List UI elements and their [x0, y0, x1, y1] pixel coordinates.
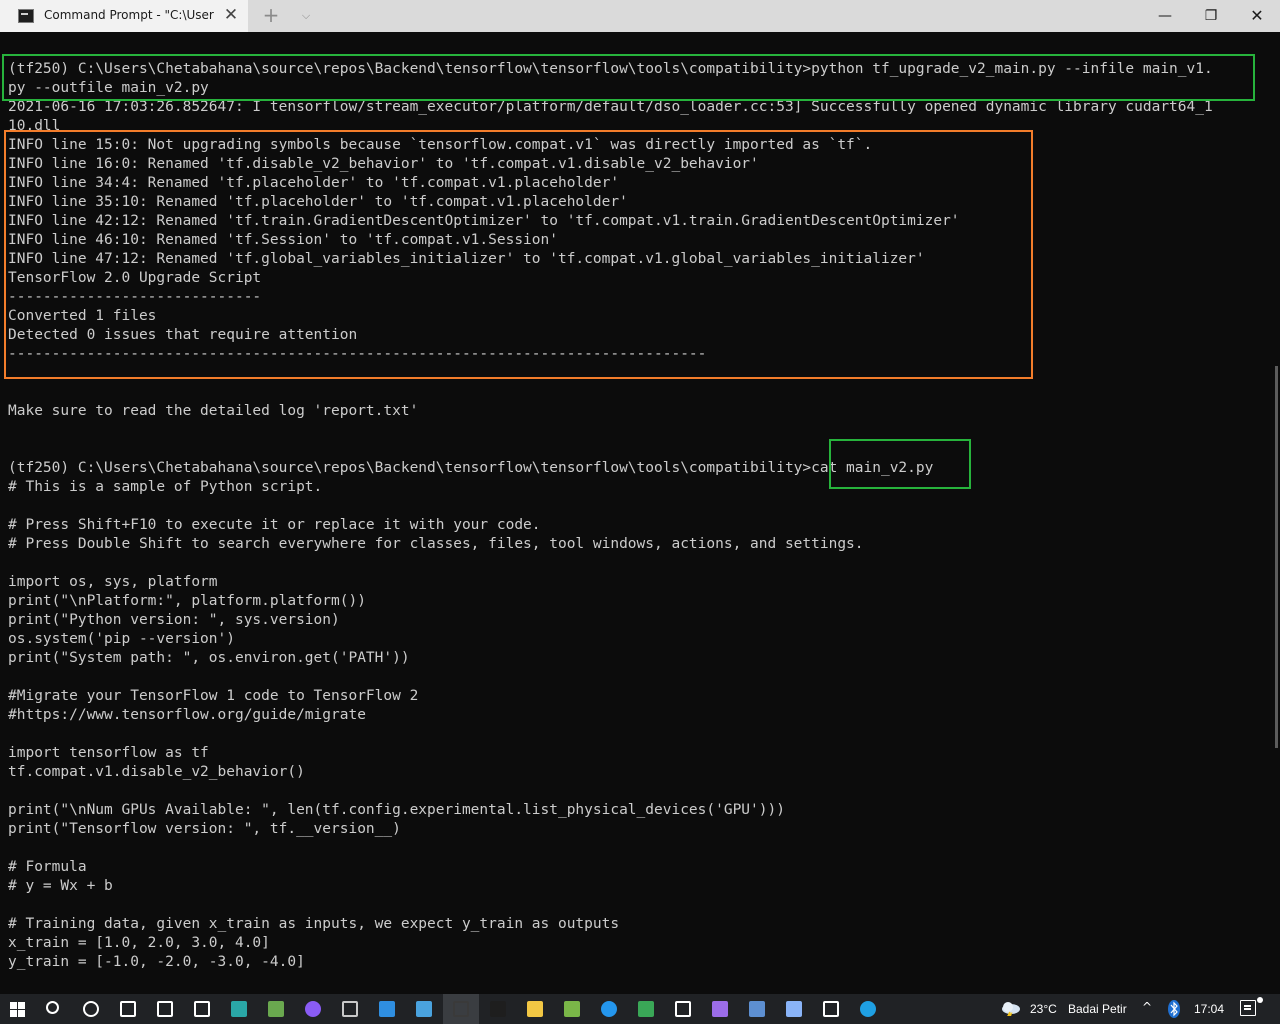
- anaconda-icon[interactable]: [338, 997, 362, 1021]
- highlight-upgrade-log: [4, 130, 1033, 379]
- terminal-line: import os, sys, platform: [8, 574, 218, 590]
- tray-temperature[interactable]: 23°C: [1030, 1002, 1057, 1016]
- terminal-line: # Press Shift+F10 to execute it or repla…: [8, 517, 541, 533]
- terminal-line: #Migrate your TensorFlow 1 code to Tenso…: [8, 688, 419, 704]
- notification-badge-icon: [1257, 997, 1263, 1003]
- terminal-line: x_train = [1.0, 2.0, 3.0, 4.0]: [8, 935, 270, 951]
- mail-icon[interactable]: [375, 997, 399, 1021]
- terminal-line: print("System path: ", os.environ.get('P…: [8, 650, 410, 666]
- task-view-icon[interactable]: [116, 997, 140, 1021]
- start-button[interactable]: [6, 997, 30, 1021]
- terminal-line: tf.compat.v1.disable_v2_behavior(): [8, 764, 305, 780]
- docker-icon[interactable]: [597, 997, 621, 1021]
- scrollbar[interactable]: [1275, 366, 1278, 748]
- pycharm-icon[interactable]: [819, 997, 843, 1021]
- cortana-icon[interactable]: [79, 997, 103, 1021]
- remote-desktop-icon[interactable]: [412, 997, 436, 1021]
- command-prompt-icon[interactable]: [486, 997, 510, 1021]
- tray-chevron-up-icon[interactable]: ^: [1142, 1000, 1152, 1014]
- terminal-line: (tf250) C:\Users\Chetabahana\source\repo…: [8, 460, 934, 476]
- app-tile-icon[interactable]: [227, 997, 251, 1021]
- edge-icon[interactable]: [856, 997, 880, 1021]
- file-explorer-icon[interactable]: [523, 997, 547, 1021]
- windows-security-icon[interactable]: [190, 997, 214, 1021]
- bluetooth-icon[interactable]: [1168, 1000, 1180, 1018]
- tab-title: Command Prompt - "C:\Users\C: [44, 8, 214, 22]
- terminal-line: import tensorflow as tf: [8, 745, 209, 761]
- tab-dropdown-button[interactable]: ⌵: [294, 4, 318, 28]
- visual-studio-icon[interactable]: [708, 997, 732, 1021]
- highlight-upgrade-command: [2, 54, 1255, 101]
- terminal-line: # Formula: [8, 859, 87, 875]
- terminal-line: # y = Wx + b: [8, 878, 113, 894]
- new-tab-button[interactable]: +: [258, 4, 284, 28]
- terminal-line: #https://www.tensorflow.org/guide/migrat…: [8, 707, 366, 723]
- notebook-icon[interactable]: [634, 997, 658, 1021]
- highlight-cat-command: [829, 439, 971, 489]
- terminal-line: print("\nPlatform:", platform.platform()…: [8, 593, 366, 609]
- search-icon[interactable]: [42, 997, 66, 1021]
- store-icon[interactable]: [671, 997, 695, 1021]
- command-prompt-icon: [18, 9, 34, 23]
- maximize-button[interactable]: ❐: [1188, 0, 1234, 32]
- settings-icon[interactable]: [153, 997, 177, 1021]
- tray-clock[interactable]: 17:04: [1194, 1002, 1224, 1016]
- github-desktop-icon[interactable]: [301, 997, 325, 1021]
- terminal-line: print("\nNum GPUs Available: ", len(tf.c…: [8, 802, 785, 818]
- close-button[interactable]: ✕: [1234, 0, 1280, 32]
- terminal-line: # This is a sample of Python script.: [8, 479, 323, 495]
- title-bar: Command Prompt - "C:\Users\C ✕ + ⌵ — ❐ ✕: [0, 0, 1280, 32]
- terminal-line: # Training data, given x_train as inputs…: [8, 916, 620, 932]
- terminal-line: print("Python version: ", sys.version): [8, 612, 340, 628]
- terminal-line: y_train = [-1.0, -2.0, -3.0, -4.0]: [8, 954, 305, 970]
- minimize-button[interactable]: —: [1142, 0, 1188, 32]
- terminal-line: # Press Double Shift to search everywher…: [8, 536, 864, 552]
- git-icon[interactable]: [264, 997, 288, 1021]
- windows-terminal-icon[interactable]: [443, 994, 479, 1024]
- tab-command-prompt[interactable]: Command Prompt - "C:\Users\C ✕: [0, 0, 248, 32]
- terminal-line: os.system('pip --version'): [8, 631, 235, 647]
- weather-cloud-icon[interactable]: [1000, 1000, 1022, 1016]
- taskbar: 23°C Badai Petir ^ 17:04: [0, 994, 1280, 1024]
- sourcetree-icon[interactable]: [560, 997, 584, 1021]
- tray-weather-text[interactable]: Badai Petir: [1068, 1002, 1134, 1016]
- terminal-output[interactable]: (tf250) C:\Users\Chetabahana\source\repo…: [0, 32, 1280, 994]
- terminal-line: Make sure to read the detailed log 'repo…: [8, 403, 419, 419]
- notification-center-icon[interactable]: [1240, 1000, 1256, 1016]
- notepad-icon[interactable]: [782, 997, 806, 1021]
- terminal-line: print("Tensorflow version: ", tf.__versi…: [8, 821, 401, 837]
- diagram-tool-icon[interactable]: [745, 997, 769, 1021]
- tab-close-button[interactable]: ✕: [220, 4, 242, 26]
